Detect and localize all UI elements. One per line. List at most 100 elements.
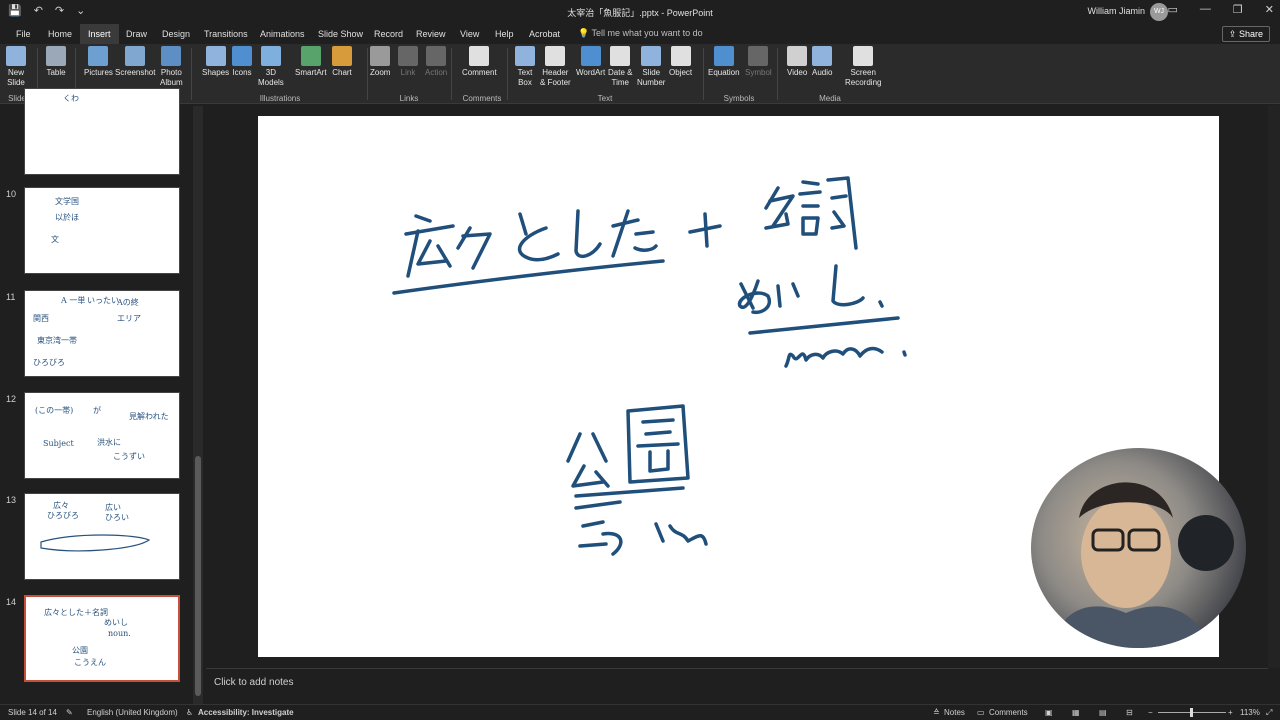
spellcheck-icon[interactable]: ✎ xyxy=(66,708,73,717)
slide-thumbnail[interactable]: (この一帯) が見解われた Subject 洪水に こうずい xyxy=(24,392,180,479)
tab-insert[interactable]: Insert xyxy=(80,24,119,44)
scrollbar-thumb[interactable] xyxy=(195,456,201,696)
slide-number-button[interactable]: Slide Number xyxy=(637,46,665,88)
smartart-icon xyxy=(300,46,321,66)
comment-button[interactable]: Comment xyxy=(462,46,497,78)
close-icon[interactable]: ✕ xyxy=(1265,3,1274,16)
shapes-button[interactable]: Shapes xyxy=(202,46,229,78)
minimize-icon[interactable]: — xyxy=(1200,3,1211,16)
slide-thumbnail[interactable]: くわ xyxy=(24,88,180,175)
audio-icon xyxy=(812,46,833,66)
slide-scrollbar[interactable] xyxy=(1268,105,1280,668)
header-footer-label: Header xyxy=(542,68,569,77)
comment-icon xyxy=(469,46,490,66)
screen-recording-button[interactable]: Screen Recording xyxy=(845,46,881,88)
comments-icon: ▭ xyxy=(977,708,985,717)
3d-models-button[interactable]: 3D Models xyxy=(258,46,284,88)
shapes-icon xyxy=(205,46,226,66)
chart-icon xyxy=(332,46,352,66)
wordart-icon xyxy=(580,46,601,66)
thumbnail-text: Aの終 xyxy=(117,298,139,307)
slideshow-icon[interactable]: ⊟ xyxy=(1126,708,1133,717)
share-icon: ⇪ xyxy=(1228,29,1239,39)
slide-thumbnail[interactable]: 広々とした＋名詞 めいし noun. 公園 こうえん xyxy=(24,595,180,682)
date-time-label: Time xyxy=(611,78,629,87)
equation-button[interactable]: Equation xyxy=(708,46,740,78)
icons-label: Icons xyxy=(232,68,252,77)
chart-button[interactable]: Chart xyxy=(332,46,352,78)
action-label: Action xyxy=(425,68,448,77)
zoom-out-icon[interactable]: − xyxy=(1148,708,1153,717)
date-time-button[interactable]: Date & Time xyxy=(608,46,632,88)
header-footer-button[interactable]: Header & Footer xyxy=(540,46,571,88)
slide-number-icon xyxy=(641,46,662,66)
slide-sorter-icon[interactable]: ▦ xyxy=(1072,708,1080,717)
screen-recording-label: Recording xyxy=(845,78,882,87)
tell-me-search[interactable]: 💡 Tell me what you want to do xyxy=(578,28,703,39)
text-box-button[interactable]: Text Box xyxy=(515,46,535,88)
notes-button[interactable]: Notes xyxy=(944,708,965,717)
zoom-level[interactable]: 113% xyxy=(1240,708,1260,717)
tab-record[interactable]: Record xyxy=(366,24,411,44)
thumbnail-text: Subject xyxy=(43,439,74,448)
tab-acrobat[interactable]: Acrobat xyxy=(521,24,568,44)
lightbulb-icon: 💡 xyxy=(578,28,592,38)
screen-recording-label: Screen xyxy=(850,68,876,77)
slide-thumbnail[interactable]: 広々 広い ひろびろ ひろい xyxy=(24,493,180,580)
tab-draw[interactable]: Draw xyxy=(118,24,155,44)
ribbon-display-icon[interactable]: ▭ xyxy=(1168,3,1178,16)
group-label-illustrations: Illustrations xyxy=(259,94,301,103)
comments-button[interactable]: Comments xyxy=(989,708,1028,717)
reading-view-icon[interactable]: ▤ xyxy=(1099,708,1107,717)
symbol-label: Symbol xyxy=(745,68,772,77)
tab-design[interactable]: Design xyxy=(154,24,198,44)
tab-animations[interactable]: Animations xyxy=(252,24,313,44)
slide-count: Slide 14 of 14 xyxy=(8,708,57,717)
photo-album-button[interactable]: Photo Album xyxy=(160,46,183,88)
tab-home[interactable]: Home xyxy=(40,24,80,44)
language-status[interactable]: English (United Kingdom) xyxy=(87,708,178,717)
share-button[interactable]: ⇪ Share xyxy=(1221,26,1270,42)
slide-thumbnail[interactable]: A 一単 いったい Aの終 関西 エリア 東京湾一帯 ひろびろ xyxy=(24,290,180,377)
fit-slide-icon[interactable]: ⤢ xyxy=(1266,708,1272,718)
group-separator xyxy=(451,48,452,100)
table-button[interactable]: Table xyxy=(46,46,66,78)
photo-album-label: Photo xyxy=(160,68,182,77)
slide-number-label: Number xyxy=(637,78,666,87)
object-icon xyxy=(670,46,691,66)
icons-button[interactable]: Icons xyxy=(232,46,252,78)
slide-thumbnail[interactable]: 文学国 以於ほ文 xyxy=(24,187,180,274)
restore-icon[interactable]: ❐ xyxy=(1233,3,1243,16)
header-footer-icon xyxy=(545,46,566,66)
tab-transitions[interactable]: Transitions xyxy=(196,24,256,44)
tab-slide-show[interactable]: Slide Show xyxy=(310,24,371,44)
wordart-button[interactable]: WordArt xyxy=(576,46,605,78)
normal-view-icon[interactable]: ▣ xyxy=(1045,708,1053,717)
thumbnail-text: 公園 xyxy=(72,646,88,655)
tab-file[interactable]: File xyxy=(8,24,39,44)
link-button: Link xyxy=(398,46,418,78)
smartart-button[interactable]: SmartArt xyxy=(295,46,327,78)
video-button[interactable]: Video xyxy=(787,46,807,78)
notes-pane[interactable]: Click to add notes xyxy=(206,668,1268,704)
thumbnail-text: ひろびろ xyxy=(33,358,65,367)
avatar[interactable]: WJ xyxy=(1150,3,1168,21)
thumbnail-text: 東京湾一帯 xyxy=(37,336,77,345)
user-name[interactable]: William Jiamin xyxy=(1087,6,1145,16)
new-slide-button[interactable]: New Slide xyxy=(6,46,26,88)
tab-help[interactable]: Help xyxy=(487,24,522,44)
thumbnail-scrollbar[interactable] xyxy=(193,106,203,704)
zoom-in-icon[interactable]: + xyxy=(1228,708,1233,717)
table-label: Table xyxy=(46,68,66,77)
pictures-button[interactable]: Pictures xyxy=(84,46,113,78)
audio-button[interactable]: Audio xyxy=(812,46,832,78)
date-time-label: Date & xyxy=(608,68,633,77)
tab-review[interactable]: Review xyxy=(408,24,454,44)
screenshot-button[interactable]: Screenshot xyxy=(115,46,155,78)
accessibility-status[interactable]: Accessibility: Investigate xyxy=(198,708,294,717)
object-button[interactable]: Object xyxy=(669,46,692,78)
tab-view[interactable]: View xyxy=(452,24,487,44)
presenter-video xyxy=(1051,482,1234,648)
zoom-slider-knob[interactable] xyxy=(1190,708,1193,717)
zoom-button[interactable]: Zoom xyxy=(370,46,390,78)
